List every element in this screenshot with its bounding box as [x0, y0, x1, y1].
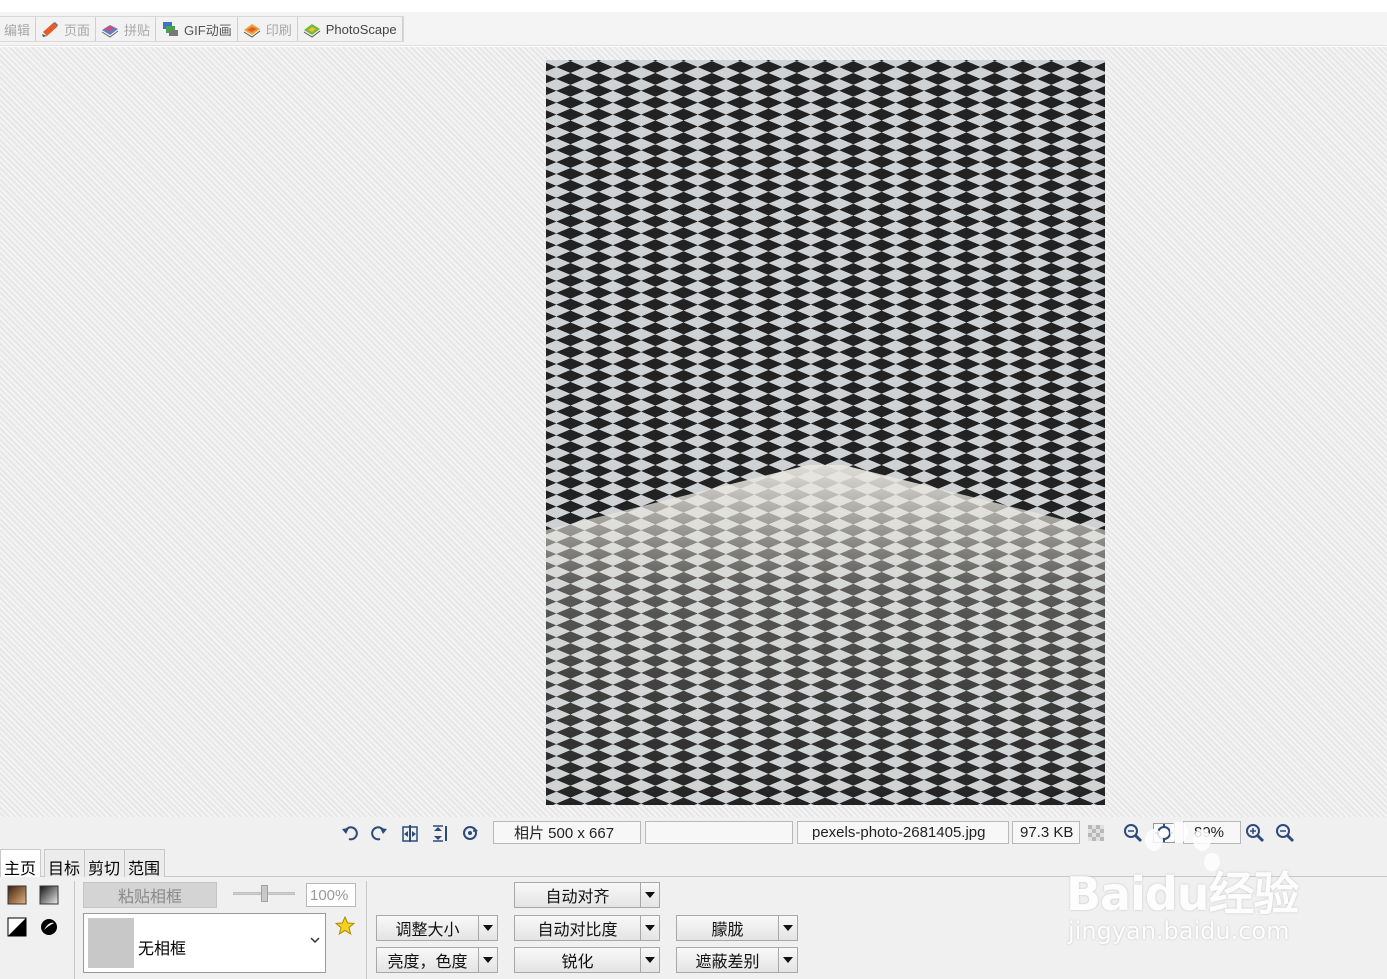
tab-region[interactable]: 范围 — [124, 849, 166, 878]
sharpen-dropdown[interactable] — [640, 947, 660, 973]
frame-thumbnail — [88, 918, 134, 968]
black-white-icon[interactable] — [6, 917, 28, 937]
photo-dimensions: 相片 500 x 667 — [493, 821, 641, 844]
caret-down-icon — [783, 957, 793, 963]
rotate-right-icon[interactable] — [368, 823, 390, 843]
file-name: pexels-photo-2681405.jpg — [797, 821, 1009, 844]
sharpen-button[interactable]: 锐化 — [514, 947, 641, 973]
flip-horizontal-icon[interactable] — [399, 823, 421, 843]
gallery-hall-image — [546, 60, 1105, 805]
photo-preview — [546, 60, 1105, 805]
window-top-strip — [0, 0, 1387, 12]
brightness-color-button[interactable]: 亮度，色度 — [376, 947, 479, 973]
tab-label: 印刷 — [265, 22, 292, 38]
auto-contrast-button[interactable]: 自动对比度 — [514, 915, 641, 941]
brown-frame-icon[interactable] — [6, 885, 28, 905]
watermark-url: jingyan.baidu.com — [1068, 917, 1290, 945]
status-empty-field — [645, 821, 793, 844]
caret-down-icon — [483, 925, 493, 931]
watermark-brand: Baidu经验 — [1066, 867, 1300, 921]
tab-label: GIF动画 — [184, 22, 232, 38]
contrast-icon[interactable] — [38, 917, 60, 937]
tab-gif[interactable]: GIF动画 — [156, 17, 238, 41]
frame-select[interactable]: 无相框 — [83, 913, 326, 973]
rotate-left-icon[interactable] — [339, 823, 361, 843]
tab-label: 编辑 — [4, 22, 31, 38]
photoscape-tab-icon — [303, 24, 321, 38]
opacity-value[interactable]: 100% — [306, 883, 356, 907]
panel-tabs: 主页 目标 剪切 范围 — [0, 849, 166, 878]
star-favorite-icon[interactable] — [334, 916, 356, 936]
chevron-down-icon — [309, 934, 321, 949]
paste-frame-button[interactable]: 粘贴相框 — [83, 882, 217, 908]
brightness-color-dropdown[interactable] — [478, 947, 498, 973]
app-tab-bar: 编辑 页面 拼贴 GIF动画 印刷 PhotoScape — [0, 12, 1387, 46]
flip-vertical-icon[interactable] — [429, 823, 451, 843]
tab-combine[interactable]: 拼贴 — [96, 17, 157, 41]
tab-page[interactable]: 页面 — [36, 17, 97, 41]
opacity-slider-thumb[interactable] — [261, 885, 268, 902]
tab-label: 页面 — [64, 22, 91, 38]
gray-frame-icon[interactable] — [38, 885, 60, 905]
tab-crop[interactable]: 剪切 — [84, 849, 126, 878]
print-tab-icon — [243, 24, 261, 38]
mask-diff-button[interactable]: 遮蔽差别 — [676, 947, 779, 973]
tab-print[interactable]: 印刷 — [238, 17, 298, 41]
tab-object[interactable]: 目标 — [44, 849, 86, 878]
auto-level-dropdown[interactable] — [640, 882, 660, 908]
page-tab-icon — [42, 22, 59, 37]
frame-select-value: 无相框 — [138, 941, 187, 958]
blur-dropdown[interactable] — [778, 915, 798, 941]
resize-button[interactable]: 调整大小 — [376, 915, 479, 941]
refresh-icon[interactable] — [459, 823, 481, 843]
tab-label: 拼贴 — [124, 22, 151, 38]
tab-label: PhotoScape — [325, 21, 397, 37]
tab-editor[interactable]: 编辑 — [0, 17, 37, 41]
mask-diff-dropdown[interactable] — [778, 947, 798, 973]
caret-down-icon — [645, 925, 655, 931]
combine-tab-icon — [101, 25, 119, 38]
tab-home[interactable]: 主页 — [0, 849, 42, 878]
blur-button[interactable]: 朦胧 — [676, 915, 779, 941]
caret-down-icon — [783, 925, 793, 931]
app-tabs: 编辑 页面 拼贴 GIF动画 印刷 PhotoScape — [0, 16, 404, 42]
tab-photoscape[interactable]: PhotoScape — [298, 17, 403, 41]
opacity-slider[interactable] — [233, 885, 295, 903]
caret-down-icon — [645, 892, 655, 898]
panel-separator — [74, 881, 75, 979]
panel-separator — [366, 881, 367, 979]
auto-contrast-dropdown[interactable] — [640, 915, 660, 941]
gif-tab-icon — [163, 22, 179, 36]
auto-level-button[interactable]: 自动对齐 — [514, 882, 641, 908]
baidu-watermark: Baidu经验 jingyan.baidu.com — [1062, 821, 1322, 957]
caret-down-icon — [483, 957, 493, 963]
resize-dropdown[interactable] — [478, 915, 498, 941]
image-viewer[interactable] — [0, 47, 1387, 817]
caret-down-icon — [645, 957, 655, 963]
